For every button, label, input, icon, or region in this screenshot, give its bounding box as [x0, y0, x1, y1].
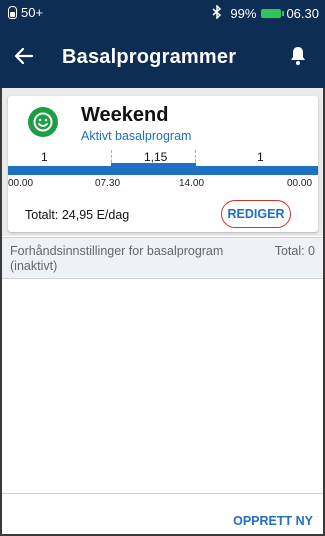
pod-units: 50+: [21, 5, 44, 20]
app-header: Basalprogrammer: [0, 26, 325, 88]
program-name: Weekend: [81, 104, 169, 126]
bluetooth-icon: [212, 4, 222, 22]
basal-rate-graph: 1 1,15 1 00.00 07.30 14.00 00.00: [8, 150, 318, 196]
create-new-button[interactable]: OPPRETT NY: [233, 514, 313, 528]
daily-total: Totalt: 24,95 E/dag: [25, 208, 130, 222]
page-title: Basalprogrammer: [62, 46, 237, 68]
presets-list-empty: [2, 279, 323, 493]
edit-button-label: REDIGER: [227, 207, 285, 221]
active-program-card[interactable]: Weekend Aktivt basalprogram 1 1,15 1 00.…: [8, 96, 318, 232]
segment-bar: [111, 163, 196, 175]
battery-icon: [261, 9, 285, 18]
battery-percent: 99%: [230, 6, 257, 21]
segment-rate-label: 1,15: [144, 150, 168, 164]
time-label: 07.30: [95, 178, 121, 189]
program-status: Aktivt basalprogram: [81, 129, 192, 143]
smiley-icon: [28, 107, 58, 137]
edit-button[interactable]: REDIGER: [221, 200, 291, 228]
segment-rate-label: 1: [257, 150, 264, 164]
segment-bar: [8, 166, 112, 175]
status-right: 99% 06.30: [212, 4, 319, 22]
time-label: 14.00: [179, 178, 205, 189]
status-time: 06.30: [286, 6, 319, 21]
bell-icon[interactable]: [285, 43, 311, 69]
time-label: 00.00: [287, 178, 313, 189]
presets-total: Total: 0: [274, 244, 315, 258]
back-arrow-icon[interactable]: [8, 40, 40, 72]
status-left: 50+: [8, 5, 43, 20]
status-bar: 50+ 99% 06.30: [0, 0, 325, 26]
segment-bar: [195, 166, 318, 175]
divider: [2, 493, 323, 494]
time-label: 00.00: [8, 178, 34, 189]
pod-icon: [8, 6, 17, 19]
presets-row: Forhåndsinnstillinger for basalprogram (…: [2, 238, 323, 278]
program-area: Weekend Aktivt basalprogram 1 1,15 1 00.…: [2, 88, 323, 236]
segment-rate-label: 1: [41, 150, 48, 164]
presets-label: Forhåndsinnstillinger for basalprogram (…: [10, 244, 224, 273]
